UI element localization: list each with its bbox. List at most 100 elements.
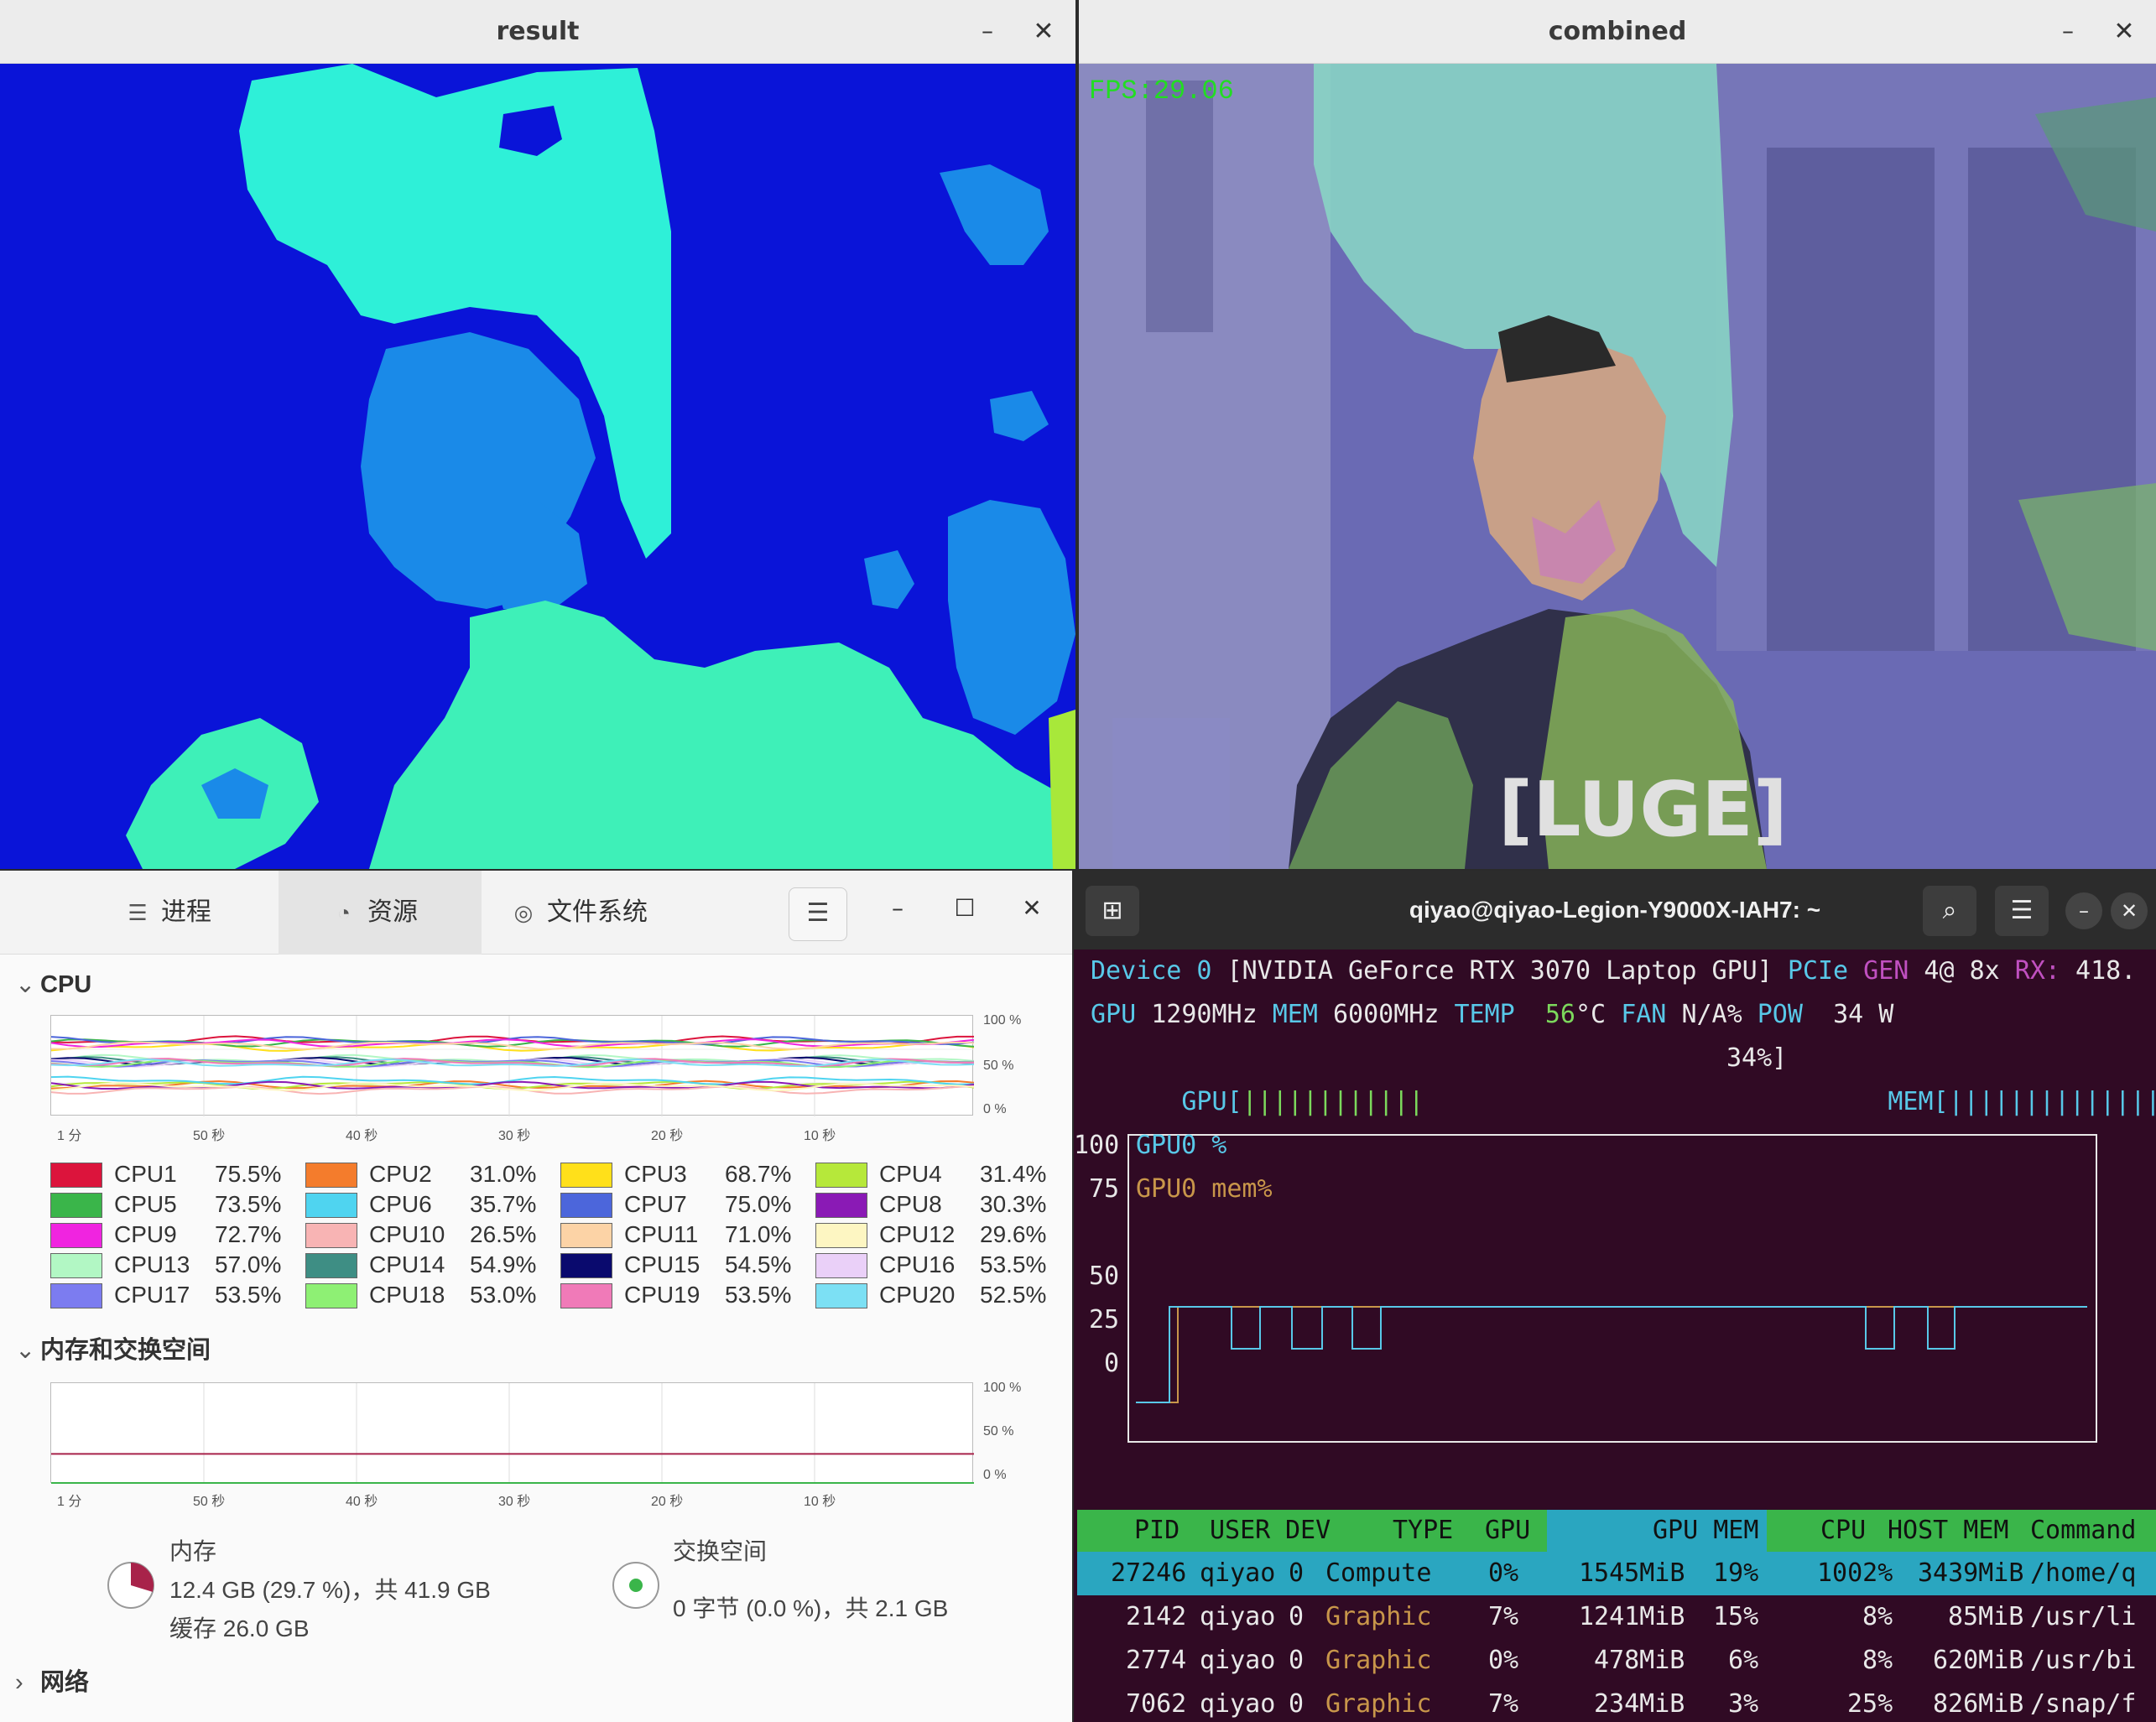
table-row[interactable]: 2142 qiyao 0 Graphic 7% 1241MiB 15% 8% 85MiB/usr… — [1077, 1595, 2156, 1639]
color-swatch[interactable] — [560, 1283, 612, 1308]
tab-filesystems[interactable]: ◎ 文件系统 — [512, 871, 696, 955]
combined-titlebar: combined – ✕ — [1079, 0, 2156, 64]
terminal-title: qiyao@qiyao-Legion-Y9000X-IAH7: ~ — [1409, 897, 1821, 923]
device-info-line: Device 0 [NVIDIA GeForce RTX 3070 Laptop… — [1091, 949, 2136, 993]
col-command[interactable]: Command — [2030, 1510, 2136, 1552]
cpu-legend-item[interactable]: CPU18 53.0% — [305, 1280, 557, 1310]
table-row[interactable]: 7062 qiyao 0 Graphic 7% 234MiB 3% 25% 826MiB/sna… — [1077, 1683, 2156, 1722]
cell-pid: 2774 — [1126, 1646, 1187, 1675]
cell-hmem: 620MiB — [1933, 1646, 2024, 1675]
search-button[interactable]: ⌕ — [1923, 886, 1976, 936]
close-icon[interactable]: ✕ — [2111, 892, 2148, 929]
cpu-legend-item[interactable]: CPU17 53.5% — [50, 1280, 302, 1310]
cpu-section-label: CPU — [40, 971, 92, 998]
col-gpu-mem[interactable]: GPU MEM — [1653, 1510, 1758, 1552]
cpu-legend-item[interactable]: CPU14 54.9% — [305, 1250, 557, 1280]
cell-user: qiyao — [1200, 1602, 1276, 1631]
cpu-legend-item[interactable]: CPU20 52.5% — [815, 1280, 1067, 1310]
minimize-icon[interactable]: – — [881, 894, 914, 922]
col-host-mem[interactable]: HOST MEM — [1888, 1510, 2009, 1552]
color-swatch[interactable] — [305, 1193, 357, 1218]
close-icon[interactable]: ✕ — [1015, 894, 1049, 922]
minimize-icon[interactable]: – — [975, 18, 1000, 44]
terminal-text: Device 0 — [1091, 956, 1227, 986]
tab-resources-label: 资源 — [367, 898, 418, 926]
tab-processes[interactable]: ☰ 进程 — [126, 871, 277, 955]
cpu-y-label-100: 100 % — [983, 1013, 1022, 1027]
color-swatch[interactable] — [50, 1193, 102, 1218]
cpu-name: CPU11 — [624, 1221, 699, 1247]
color-swatch[interactable] — [560, 1193, 612, 1218]
menu-button[interactable]: ☰ — [1995, 886, 2049, 936]
cpu-percent: 52.5% — [980, 1282, 1047, 1308]
color-swatch[interactable] — [305, 1223, 357, 1248]
col-gpu[interactable]: GPU — [1485, 1510, 1530, 1552]
cpu-legend-item[interactable]: CPU5 73.5% — [50, 1189, 302, 1220]
cpu-legend-item[interactable]: CPU2 31.0% — [305, 1159, 557, 1189]
memory-section-header[interactable]: ⌄ 内存和交换空间 — [15, 1330, 211, 1366]
color-swatch[interactable] — [305, 1253, 357, 1278]
cell-dev: 0 — [1289, 1689, 1305, 1719]
cpu-legend-item[interactable]: CPU4 31.4% — [815, 1159, 1067, 1189]
cpu-name: CPU5 — [114, 1191, 177, 1217]
cpu-legend-item[interactable]: CPU7 75.0% — [560, 1189, 812, 1220]
color-swatch[interactable] — [50, 1283, 102, 1308]
col-cpu[interactable]: CPU — [1820, 1510, 1866, 1552]
cpu-history-graph — [50, 1015, 974, 1116]
table-row[interactable]: 2774 qiyao 0 Graphic 0% 478MiB 6% 8% 620MiB/usr/… — [1077, 1639, 2156, 1683]
color-swatch[interactable] — [50, 1223, 102, 1248]
cpu-legend-item[interactable]: CPU6 35.7% — [305, 1189, 557, 1220]
terminal-text: 4@ 8x — [1924, 956, 2015, 986]
color-swatch[interactable] — [50, 1163, 102, 1188]
cell-gmem: 1241MiB — [1579, 1602, 1685, 1631]
col-type[interactable]: TYPE — [1393, 1510, 1453, 1552]
cpu-legend-item[interactable]: CPU15 54.5% — [560, 1250, 812, 1280]
minimize-icon[interactable]: – — [2055, 18, 2080, 44]
close-icon[interactable]: ✕ — [2109, 17, 2139, 47]
cpu-legend-item[interactable]: CPU3 68.7% — [560, 1159, 812, 1189]
cpu-y-label-0: 0 % — [983, 1102, 1007, 1116]
menu-button[interactable]: ☰ — [789, 887, 847, 941]
network-section-header[interactable]: › 网络 — [15, 1662, 89, 1698]
cpu-percent: 29.6% — [980, 1221, 1047, 1247]
cpu-x-label: 30 秒 — [498, 1129, 531, 1143]
table-row[interactable]: 27246 qiyao 0 Compute 0% 1545MiB 19% 1002% 3439M… — [1077, 1552, 2156, 1595]
cpu-name: CPU6 — [369, 1191, 432, 1217]
col-pid[interactable]: PID — [1134, 1510, 1180, 1552]
terminal-text: 1290MHz — [1151, 1000, 1273, 1029]
col-dev[interactable]: DEV — [1285, 1510, 1331, 1552]
color-swatch[interactable] — [560, 1163, 612, 1188]
color-swatch[interactable] — [815, 1193, 867, 1218]
color-swatch[interactable] — [305, 1163, 357, 1188]
cpu-legend-item[interactable]: CPU8 30.3% — [815, 1189, 1067, 1220]
color-swatch[interactable] — [815, 1223, 867, 1248]
cpu-legend-item[interactable]: CPU11 71.0% — [560, 1220, 812, 1250]
cpu-legend-item[interactable]: CPU13 57.0% — [50, 1250, 302, 1280]
color-swatch[interactable] — [560, 1223, 612, 1248]
color-swatch[interactable] — [815, 1163, 867, 1188]
cpu-legend-item[interactable]: CPU16 53.5% — [815, 1250, 1067, 1280]
col-user[interactable]: USER — [1210, 1510, 1270, 1552]
cell-gmem: 478MiB — [1594, 1646, 1685, 1675]
cpu-legend-item[interactable]: CPU19 53.5% — [560, 1280, 812, 1310]
minimize-icon[interactable]: – — [2065, 892, 2102, 929]
terminal-text: N/A% — [1681, 1000, 1758, 1029]
color-swatch[interactable] — [815, 1253, 867, 1278]
cpu-legend-item[interactable]: CPU9 72.7% — [50, 1220, 302, 1250]
cell-gmemp: 6% — [1728, 1646, 1759, 1675]
cpu-name: CPU1 — [114, 1161, 177, 1187]
cpu-legend-item[interactable]: CPU1 75.5% — [50, 1159, 302, 1189]
color-swatch[interactable] — [560, 1253, 612, 1278]
color-swatch[interactable] — [305, 1283, 357, 1308]
gpu-bar-percent: 34%] — [1726, 1037, 1787, 1080]
cpu-percent: 31.0% — [470, 1161, 537, 1187]
cpu-legend-item[interactable]: CPU10 26.5% — [305, 1220, 557, 1250]
tab-resources[interactable]: ◔ 资源 — [279, 871, 482, 955]
cell-cpu: 8% — [1862, 1602, 1893, 1631]
color-swatch[interactable] — [815, 1283, 867, 1308]
cpu-section-header[interactable]: ⌄ CPU — [15, 970, 91, 999]
color-swatch[interactable] — [50, 1253, 102, 1278]
maximize-icon[interactable]: ☐ — [948, 894, 982, 922]
close-icon[interactable]: ✕ — [1029, 17, 1059, 47]
cpu-legend-item[interactable]: CPU12 29.6% — [815, 1220, 1067, 1250]
